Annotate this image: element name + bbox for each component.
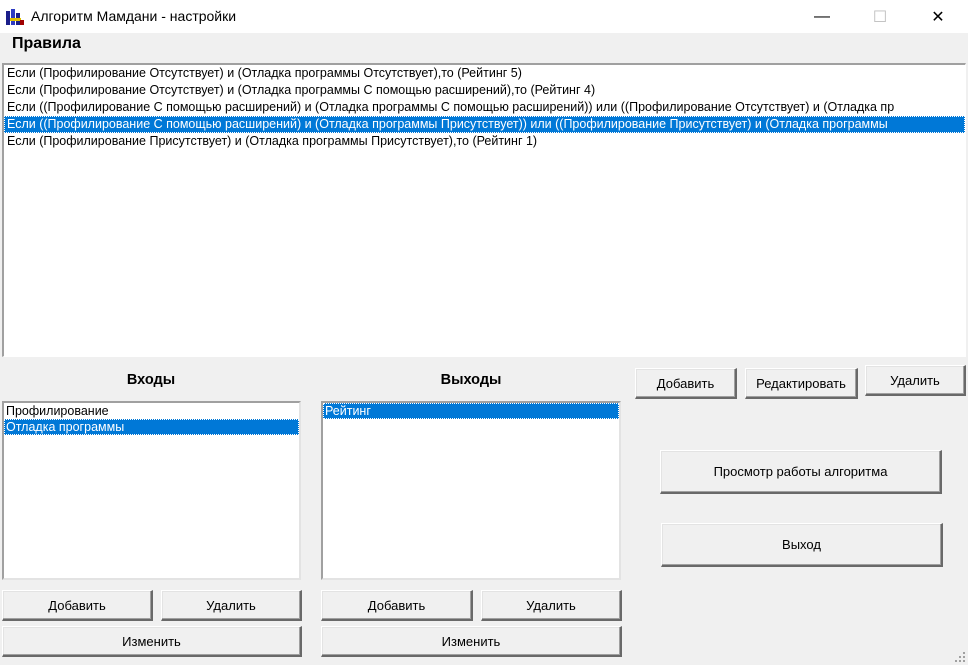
- add-rule-button[interactable]: Добавить: [635, 368, 737, 399]
- input-item[interactable]: Отладка программы: [4, 419, 299, 435]
- delete-rule-button[interactable]: Удалить: [865, 365, 966, 396]
- maximize-button[interactable]: ☐: [851, 0, 909, 33]
- maximize-icon: ☐: [872, 8, 888, 26]
- delete-output-button[interactable]: Удалить: [481, 590, 622, 621]
- change-output-button[interactable]: Изменить: [321, 626, 622, 657]
- close-button[interactable]: ✕: [909, 0, 967, 33]
- rule-row[interactable]: Если ((Профилирование С помощью расширен…: [4, 116, 965, 133]
- app-icon: [6, 9, 24, 25]
- output-item[interactable]: Рейтинг: [323, 403, 619, 419]
- delete-input-button[interactable]: Удалить: [161, 590, 302, 621]
- rule-row[interactable]: Если (Профилирование Отсутствует) и (Отл…: [4, 82, 965, 99]
- size-grip-icon[interactable]: [954, 651, 966, 663]
- add-input-button[interactable]: Добавить: [2, 590, 153, 621]
- input-item[interactable]: Профилирование: [4, 403, 299, 419]
- inputs-label: Входы: [126, 372, 176, 388]
- edit-rule-button[interactable]: Редактировать: [745, 368, 858, 399]
- inputs-list[interactable]: Профилирование Отладка программы: [2, 401, 301, 580]
- minimize-button[interactable]: —: [793, 0, 851, 33]
- outputs-label: Выходы: [440, 372, 502, 388]
- change-input-button[interactable]: Изменить: [2, 626, 302, 657]
- add-output-button[interactable]: Добавить: [321, 590, 473, 621]
- rule-row[interactable]: Если (Профилирование Присутствует) и (От…: [4, 133, 965, 150]
- rules-label: Правила: [12, 35, 81, 52]
- minimize-icon: —: [814, 7, 830, 25]
- rule-row[interactable]: Если (Профилирование Отсутствует) и (Отл…: [4, 65, 965, 82]
- outputs-list[interactable]: Рейтинг: [321, 401, 621, 580]
- window-title: Алгоритм Мамдани - настройки: [31, 8, 237, 24]
- view-algorithm-button[interactable]: Просмотр работы алгоритма: [660, 450, 942, 494]
- rule-row[interactable]: Если ((Профилирование С помощью расширен…: [4, 99, 965, 116]
- rules-list[interactable]: Если (Профилирование Отсутствует) и (Отл…: [2, 63, 966, 357]
- title-bar: Алгоритм Мамдани - настройки — ☐ ✕: [0, 0, 968, 33]
- close-icon: ✕: [931, 8, 945, 26]
- exit-button[interactable]: Выход: [661, 523, 943, 567]
